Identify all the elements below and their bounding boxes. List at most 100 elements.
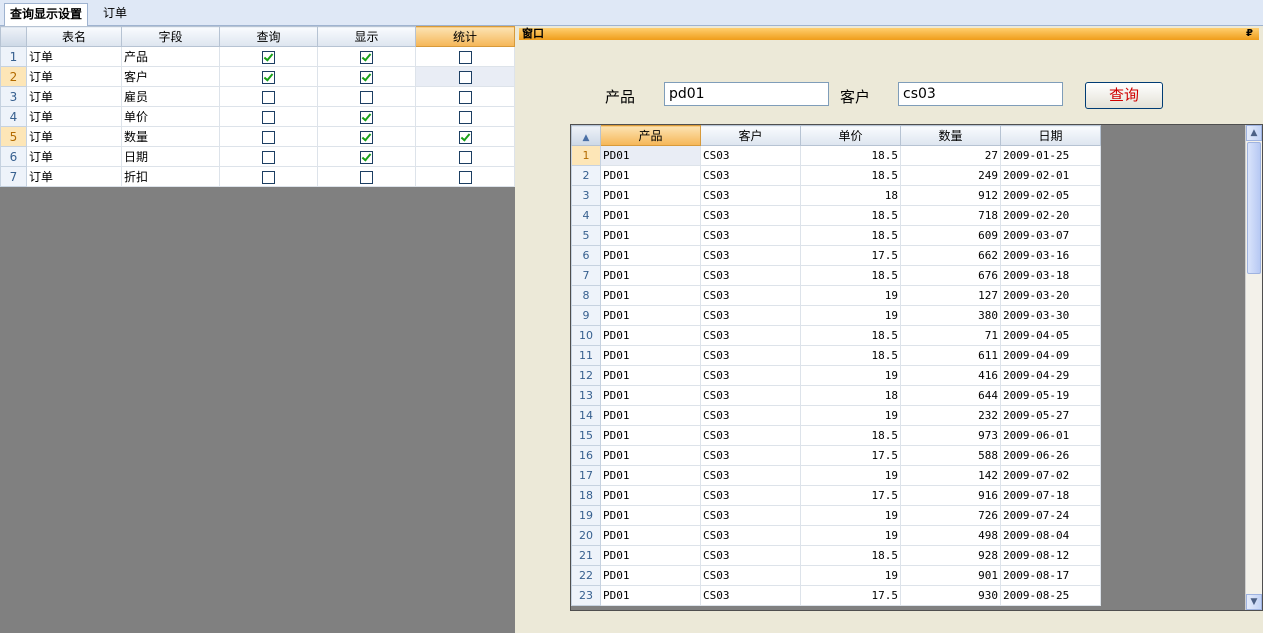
row-number[interactable]: 20 xyxy=(571,525,601,546)
table-row[interactable]: 10 PD01 CS03 18.5 71 2009-04-05 xyxy=(571,325,1101,346)
cell-table[interactable]: 订单 xyxy=(26,66,122,87)
cell-product[interactable]: PD01 xyxy=(600,185,701,206)
cell-customer[interactable]: CS03 xyxy=(700,445,801,466)
cell-table[interactable]: 订单 xyxy=(26,166,122,187)
cell-quantity[interactable]: 973 xyxy=(900,425,1001,446)
cell-quantity[interactable]: 718 xyxy=(900,205,1001,226)
cell-customer[interactable]: CS03 xyxy=(700,205,801,226)
row-number[interactable]: 17 xyxy=(571,465,601,486)
table-row[interactable]: 7 订单 折扣 xyxy=(0,166,515,187)
row-number[interactable]: 7 xyxy=(571,265,601,286)
cell-date[interactable]: 2009-03-30 xyxy=(1000,305,1101,326)
row-number[interactable]: 18 xyxy=(571,485,601,506)
table-row[interactable]: 12 PD01 CS03 19 416 2009-04-29 xyxy=(571,365,1101,386)
cell-price[interactable]: 19 xyxy=(800,405,901,426)
row-number[interactable]: 11 xyxy=(571,345,601,366)
column-header[interactable]: 查询 xyxy=(219,26,318,47)
cell-price[interactable]: 19 xyxy=(800,465,901,486)
table-row[interactable]: 19 PD01 CS03 19 726 2009-07-24 xyxy=(571,505,1101,526)
row-number[interactable]: 19 xyxy=(571,505,601,526)
cell-quantity[interactable]: 901 xyxy=(900,565,1001,586)
cell-date[interactable]: 2009-07-02 xyxy=(1000,465,1101,486)
cell-quantity[interactable]: 249 xyxy=(900,165,1001,186)
cell-date[interactable]: 2009-08-04 xyxy=(1000,525,1101,546)
table-row[interactable]: 22 PD01 CS03 19 901 2009-08-17 xyxy=(571,565,1101,586)
cell-price[interactable]: 18.5 xyxy=(800,345,901,366)
row-number[interactable]: 4 xyxy=(571,205,601,226)
cell-price[interactable]: 17.5 xyxy=(800,445,901,466)
table-row[interactable]: 18 PD01 CS03 17.5 916 2009-07-18 xyxy=(571,485,1101,506)
show-checkbox[interactable] xyxy=(360,130,373,144)
cell-product[interactable]: PD01 xyxy=(600,485,701,506)
cell-table[interactable]: 订单 xyxy=(26,126,122,147)
cell-product[interactable]: PD01 xyxy=(600,525,701,546)
table-row[interactable]: 7 PD01 CS03 18.5 676 2009-03-18 xyxy=(571,265,1101,286)
query-checkbox[interactable] xyxy=(262,110,275,124)
cell-quantity[interactable]: 611 xyxy=(900,345,1001,366)
table-row[interactable]: 14 PD01 CS03 19 232 2009-05-27 xyxy=(571,405,1101,426)
tab-orders[interactable]: 订单 xyxy=(98,3,132,25)
table-row[interactable]: 4 PD01 CS03 18.5 718 2009-02-20 xyxy=(571,205,1101,226)
grid-corner[interactable] xyxy=(0,26,27,47)
row-number[interactable]: 21 xyxy=(571,545,601,566)
cell-product[interactable]: PD01 xyxy=(600,325,701,346)
cell-date[interactable]: 2009-03-20 xyxy=(1000,285,1101,306)
stat-checkbox[interactable] xyxy=(458,150,472,164)
product-input[interactable]: pd01 xyxy=(664,82,829,106)
cell-table[interactable]: 订单 xyxy=(26,46,122,67)
cell-quantity[interactable]: 930 xyxy=(900,585,1001,606)
row-number[interactable]: 5 xyxy=(0,126,27,147)
cell-date[interactable]: 2009-02-20 xyxy=(1000,205,1101,226)
row-number[interactable]: 6 xyxy=(571,245,601,266)
cell-product[interactable]: PD01 xyxy=(600,465,701,486)
cell-price[interactable]: 19 xyxy=(800,305,901,326)
row-number[interactable]: 5 xyxy=(571,225,601,246)
row-number[interactable]: 13 xyxy=(571,385,601,406)
row-number[interactable]: 1 xyxy=(571,145,601,166)
column-header[interactable]: 产品 xyxy=(600,125,701,146)
table-row[interactable]: 21 PD01 CS03 18.5 928 2009-08-12 xyxy=(571,545,1101,566)
cell-price[interactable]: 18.5 xyxy=(800,325,901,346)
query-button[interactable]: 查询 xyxy=(1085,82,1163,109)
cell-customer[interactable]: CS03 xyxy=(700,565,801,586)
cell-field[interactable]: 产品 xyxy=(121,46,220,67)
cell-date[interactable]: 2009-04-09 xyxy=(1000,345,1101,366)
cell-price[interactable]: 18.5 xyxy=(800,165,901,186)
query-checkbox[interactable] xyxy=(262,170,275,184)
cell-customer[interactable]: CS03 xyxy=(700,505,801,526)
cell-product[interactable]: PD01 xyxy=(600,445,701,466)
cell-product[interactable]: PD01 xyxy=(600,225,701,246)
cell-date[interactable]: 2009-06-01 xyxy=(1000,425,1101,446)
cell-product[interactable]: PD01 xyxy=(600,585,701,606)
cell-date[interactable]: 2009-03-07 xyxy=(1000,225,1101,246)
table-row[interactable]: 4 订单 单价 xyxy=(0,106,515,127)
cell-quantity[interactable]: 380 xyxy=(900,305,1001,326)
cell-quantity[interactable]: 609 xyxy=(900,225,1001,246)
cell-customer[interactable]: CS03 xyxy=(700,165,801,186)
cell-customer[interactable]: CS03 xyxy=(700,405,801,426)
cell-product[interactable]: PD01 xyxy=(600,265,701,286)
cell-date[interactable]: 2009-03-16 xyxy=(1000,245,1101,266)
table-row[interactable]: 5 PD01 CS03 18.5 609 2009-03-07 xyxy=(571,225,1101,246)
stat-checkbox[interactable] xyxy=(458,90,472,104)
cell-quantity[interactable]: 676 xyxy=(900,265,1001,286)
cell-customer[interactable]: CS03 xyxy=(700,365,801,386)
cell-date[interactable]: 2009-04-29 xyxy=(1000,365,1101,386)
cell-price[interactable]: 18 xyxy=(800,185,901,206)
cell-quantity[interactable]: 71 xyxy=(900,325,1001,346)
cell-date[interactable]: 2009-02-01 xyxy=(1000,165,1101,186)
table-row[interactable]: 1 订单 产品 xyxy=(0,46,515,67)
sort-icon[interactable]: ▲ xyxy=(571,125,601,146)
row-number[interactable]: 2 xyxy=(0,66,27,87)
cell-price[interactable]: 19 xyxy=(800,285,901,306)
customer-input[interactable]: cs03 xyxy=(898,82,1063,106)
cell-customer[interactable]: CS03 xyxy=(700,345,801,366)
stat-checkbox[interactable] xyxy=(458,130,472,144)
cell-product[interactable]: PD01 xyxy=(600,305,701,326)
cell-quantity[interactable]: 232 xyxy=(900,405,1001,426)
row-number[interactable]: 2 xyxy=(571,165,601,186)
vertical-scrollbar[interactable]: ▲ ▼ xyxy=(1245,125,1262,610)
table-row[interactable]: 13 PD01 CS03 18 644 2009-05-19 xyxy=(571,385,1101,406)
scroll-down-icon[interactable]: ▼ xyxy=(1246,594,1262,610)
show-checkbox[interactable] xyxy=(360,90,373,104)
